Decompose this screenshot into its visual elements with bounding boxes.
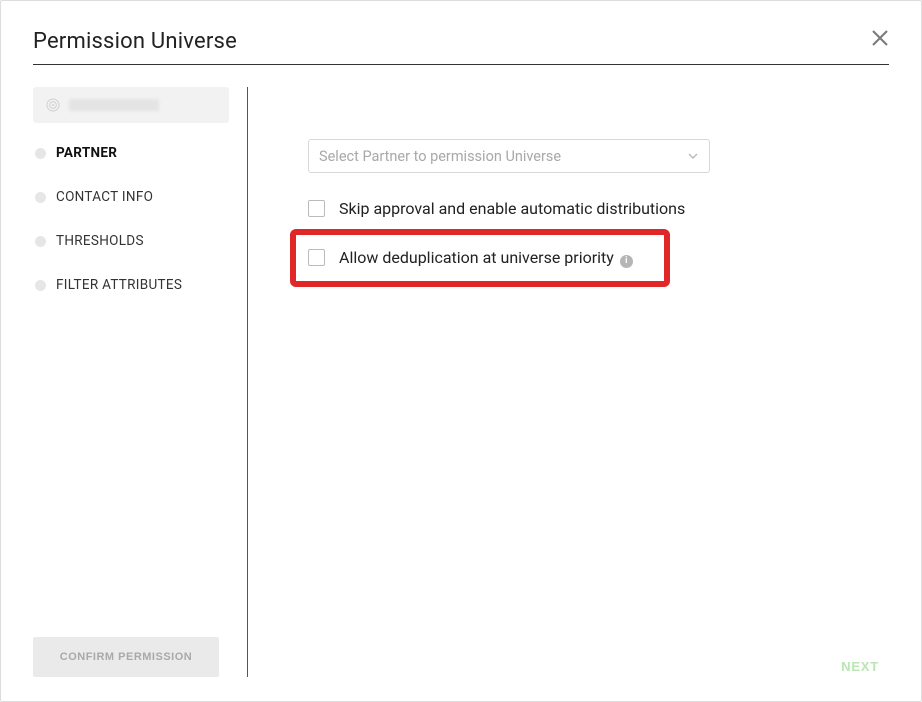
- main-panel: Select Partner to permission Universe Sk…: [248, 87, 889, 677]
- info-icon[interactable]: i: [620, 255, 633, 268]
- close-icon: [871, 29, 889, 47]
- next-button[interactable]: NEXT: [841, 659, 879, 674]
- skip-approval-row: Skip approval and enable automatic distr…: [308, 195, 889, 222]
- step-label: CONTACT INFO: [56, 189, 153, 205]
- target-icon: [45, 97, 61, 113]
- step-dot-icon: [35, 148, 46, 159]
- allow-dedup-row: Allow deduplication at universe priority…: [308, 244, 889, 272]
- universe-name-placeholder: [69, 99, 159, 111]
- step-contact-info[interactable]: CONTACT INFO: [35, 189, 229, 205]
- step-label: PARTNER: [56, 145, 117, 161]
- confirm-permission-button[interactable]: CONFIRM PERMISSION: [33, 637, 219, 677]
- skip-approval-checkbox[interactable]: [308, 200, 325, 217]
- step-thresholds[interactable]: THRESHOLDS: [35, 233, 229, 249]
- step-dot-icon: [35, 236, 46, 247]
- allow-dedup-label: Allow deduplication at universe priority…: [339, 248, 633, 268]
- chevron-down-icon: [687, 150, 699, 162]
- wizard-sidebar: PARTNER CONTACT INFO THRESHOLDS FILTER A…: [33, 87, 248, 677]
- modal-title: Permission Universe: [33, 29, 237, 54]
- select-placeholder: Select Partner to permission Universe: [319, 148, 561, 165]
- partner-select[interactable]: Select Partner to permission Universe: [308, 139, 710, 173]
- step-partner[interactable]: PARTNER: [35, 145, 229, 161]
- close-button[interactable]: [871, 29, 889, 47]
- step-list: PARTNER CONTACT INFO THRESHOLDS FILTER A…: [33, 145, 229, 637]
- step-dot-icon: [35, 192, 46, 203]
- step-filter-attributes[interactable]: FILTER ATTRIBUTES: [35, 277, 229, 293]
- step-label: FILTER ATTRIBUTES: [56, 277, 182, 293]
- universe-chip: [33, 87, 229, 123]
- step-dot-icon: [35, 280, 46, 291]
- allow-dedup-checkbox[interactable]: [308, 249, 325, 266]
- skip-approval-label: Skip approval and enable automatic distr…: [339, 199, 685, 218]
- step-label: THRESHOLDS: [56, 233, 144, 249]
